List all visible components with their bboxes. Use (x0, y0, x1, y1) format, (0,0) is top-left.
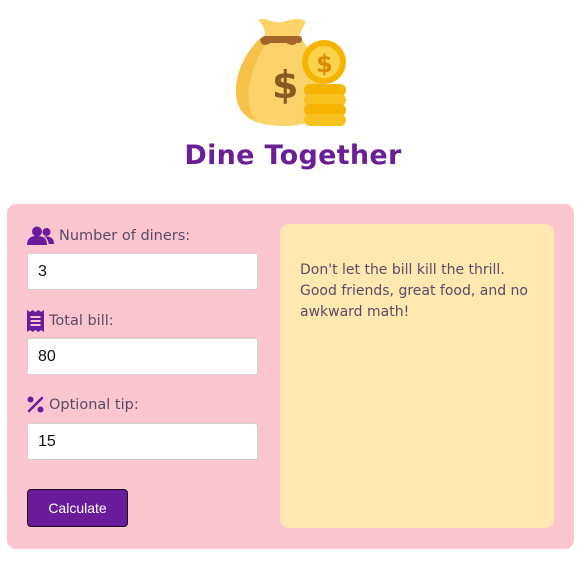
message-text: Don't let the bill kill the thrill. Good… (300, 262, 528, 320)
diners-input[interactable] (27, 253, 258, 290)
bill-input[interactable] (27, 338, 258, 375)
calculator-card: Number of diners: Total bill: Optional t… (7, 204, 574, 549)
tip-input[interactable] (27, 423, 258, 460)
page-title: Dine Together (184, 140, 402, 171)
svg-text:$: $ (316, 50, 333, 78)
users-icon (27, 226, 54, 246)
diners-label: Number of diners: (59, 228, 191, 244)
message-panel: Don't let the bill kill the thrill. Good… (280, 224, 554, 528)
diners-label-row: Number of diners: (27, 226, 190, 246)
money-bag-coins-icon: $ $ (235, 18, 346, 126)
app-logo: $ $ (226, 10, 352, 134)
svg-text:$: $ (272, 63, 298, 107)
tip-label-row: Optional tip: (27, 396, 139, 413)
calculate-button[interactable]: Calculate (27, 489, 128, 527)
percent-icon (27, 396, 44, 413)
bill-label-row: Total bill: (27, 310, 114, 332)
receipt-icon (27, 310, 44, 332)
tip-label: Optional tip: (49, 396, 139, 413)
bill-label: Total bill: (49, 313, 114, 329)
